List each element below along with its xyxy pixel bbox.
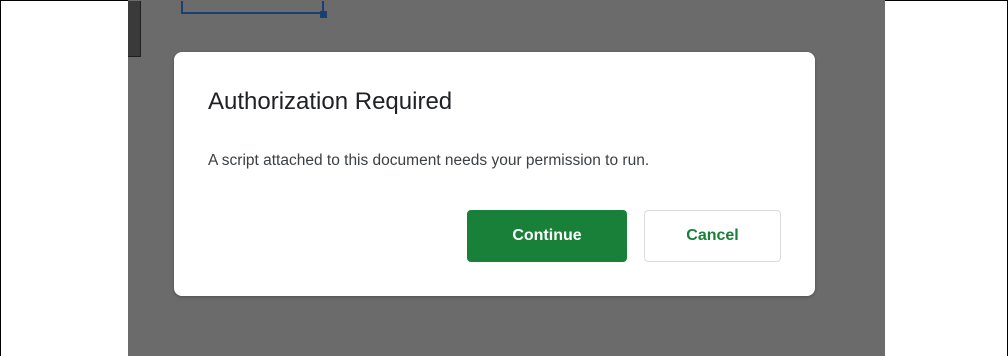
page-edge [128, 1, 141, 57]
selected-cell-outline [181, 1, 324, 14]
cancel-button[interactable]: Cancel [644, 210, 781, 262]
dialog-message: A script attached to this document needs… [208, 152, 650, 169]
dialog-title: Authorization Required [208, 88, 453, 115]
continue-button[interactable]: Continue [467, 210, 627, 262]
authorization-dialog: Authorization Required A script attached… [174, 52, 815, 296]
selection-handle [320, 11, 327, 18]
